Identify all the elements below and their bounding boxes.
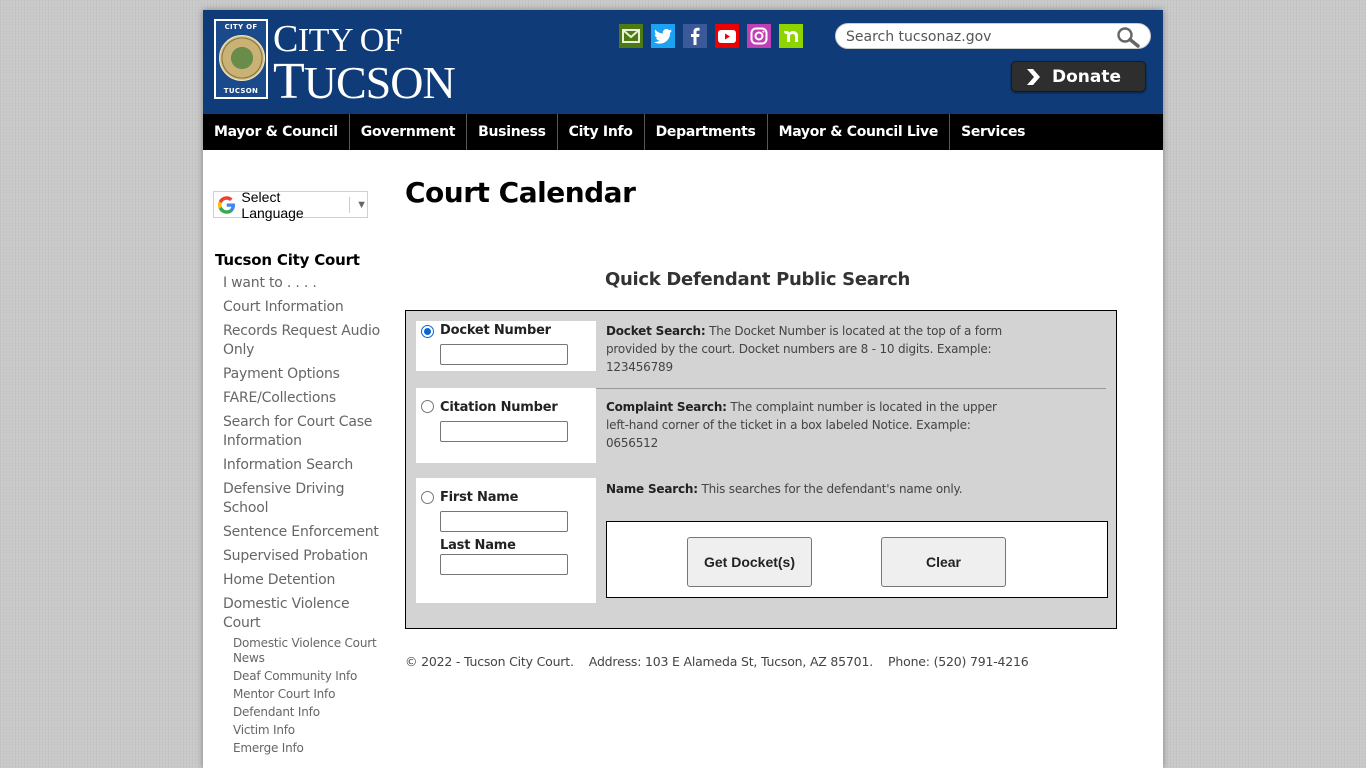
- sidebar-item-supervised-probation[interactable]: Supervised Probation: [215, 547, 390, 566]
- sidebar-item-payment-options[interactable]: Payment Options: [215, 365, 390, 384]
- get-dockets-button[interactable]: Get Docket(s): [687, 537, 812, 587]
- sidebar-item-records-request[interactable]: Records Request Audio Only: [215, 322, 390, 360]
- search-section-title: Quick Defendant Public Search: [605, 269, 911, 290]
- nextdoor-icon[interactable]: [779, 24, 803, 48]
- sidebar-item-fare-collections[interactable]: FARE/Collections: [215, 389, 390, 408]
- docket-option-panel: Docket Number: [416, 321, 596, 371]
- seal-bottom-text: TUCSON: [223, 87, 259, 95]
- complaint-desc-title: Complaint Search:: [606, 400, 727, 414]
- sidebar-subitem-dv-court-news[interactable]: Domestic Violence Court News: [215, 636, 390, 666]
- citation-number-label: Citation Number: [440, 400, 558, 415]
- sidebar-item-court-information[interactable]: Court Information: [215, 298, 390, 317]
- defendant-search-form: Docket Number Docket Search: The Docket …: [405, 310, 1117, 629]
- page-title: Court Calendar: [405, 176, 636, 209]
- name-desc-title: Name Search:: [606, 482, 698, 496]
- language-select[interactable]: Select Language ▼: [213, 188, 368, 221]
- nav-city-info[interactable]: City Info: [558, 114, 645, 150]
- facebook-icon[interactable]: [683, 24, 707, 48]
- google-icon: [218, 195, 236, 214]
- site-search: [835, 23, 1151, 49]
- citation-number-input[interactable]: [440, 421, 568, 442]
- citation-number-radio[interactable]: [421, 400, 434, 413]
- sidebar-subitem-mentor-court[interactable]: Mentor Court Info: [215, 687, 390, 702]
- sidebar-subitem-emerge-info[interactable]: Emerge Info: [215, 741, 390, 756]
- sidebar-item-information-search[interactable]: Information Search: [215, 456, 390, 475]
- language-label: Select Language: [241, 188, 304, 221]
- donate-label: Donate: [1052, 66, 1122, 87]
- main-nav: Mayor & Council Government Business City…: [203, 114, 1163, 150]
- social-links: [619, 24, 803, 48]
- docket-search-description: Docket Search: The Docket Number is loca…: [606, 322, 1016, 376]
- nav-government[interactable]: Government: [350, 114, 468, 150]
- wordmark-line2: UCSON: [303, 57, 456, 108]
- donate-button[interactable]: Donate: [1011, 61, 1146, 92]
- nav-mayor-council[interactable]: Mayor & Council: [203, 114, 350, 150]
- name-search-radio[interactable]: [421, 491, 434, 504]
- sidebar-title[interactable]: Tucson City Court: [215, 251, 390, 269]
- twitter-icon[interactable]: [651, 24, 675, 48]
- chevron-right-icon: [1027, 68, 1040, 85]
- first-name-label: First Name: [440, 490, 519, 505]
- section-divider: [596, 388, 1106, 389]
- nav-business[interactable]: Business: [467, 114, 558, 150]
- first-name-input[interactable]: [440, 511, 568, 532]
- last-name-input[interactable]: [440, 554, 568, 575]
- wordmark-line1: ITY OF: [297, 22, 403, 59]
- last-name-label: Last Name: [440, 538, 516, 553]
- docket-number-radio[interactable]: [421, 325, 434, 338]
- sidebar-item-defensive-driving[interactable]: Defensive Driving School: [215, 480, 390, 518]
- youtube-icon[interactable]: [715, 24, 739, 48]
- seal-top-text: CITY OF: [224, 23, 258, 31]
- instagram-icon[interactable]: [747, 24, 771, 48]
- clear-button[interactable]: Clear: [881, 537, 1006, 587]
- name-search-description: Name Search: This searches for the defen…: [606, 480, 1016, 498]
- citation-option-panel: Citation Number: [416, 388, 596, 463]
- action-buttons-panel: Get Docket(s) Clear: [606, 521, 1108, 598]
- wordmark-initial-t: T: [273, 53, 305, 110]
- name-desc-text: This searches for the defendant's name o…: [697, 482, 963, 496]
- city-seal-logo[interactable]: CITY OF TUCSON: [214, 19, 268, 99]
- docket-number-input[interactable]: [440, 344, 568, 365]
- docket-number-label: Docket Number: [440, 323, 551, 338]
- sidebar-subitem-victim-info[interactable]: Victim Info: [215, 723, 390, 738]
- sidebar-item-sentence-enforcement[interactable]: Sentence Enforcement: [215, 523, 390, 542]
- nav-services[interactable]: Services: [950, 114, 1036, 150]
- sidebar-item-home-detention[interactable]: Home Detention: [215, 571, 390, 590]
- site-header: CITY OF TUCSON CITY OF TUCSON Search tuc…: [203, 10, 1163, 114]
- seal-emblem-icon: [219, 35, 265, 81]
- name-option-panel: First Name Last Name: [416, 478, 596, 603]
- search-input[interactable]: [844, 26, 1108, 48]
- search-icon[interactable]: [1116, 26, 1142, 48]
- sidebar-item-search-court-case[interactable]: Search for Court Case Information: [215, 413, 390, 451]
- complaint-search-description: Complaint Search: The complaint number i…: [606, 398, 1016, 452]
- footer-contact-info: © 2022 - Tucson City Court. Address: 103…: [405, 654, 1029, 669]
- sidebar-subitem-defendant-info[interactable]: Defendant Info: [215, 705, 390, 720]
- sidebar-subitem-deaf-community[interactable]: Deaf Community Info: [215, 669, 390, 684]
- email-icon[interactable]: [619, 24, 643, 48]
- docket-desc-title: Docket Search:: [606, 324, 706, 338]
- language-divider: [349, 196, 351, 213]
- sidebar-nav: Tucson City Court I want to . . . . Cour…: [215, 251, 390, 759]
- page-container: CITY OF TUCSON CITY OF TUCSON Search tuc…: [203, 10, 1163, 768]
- sidebar-item-i-want-to[interactable]: I want to . . . .: [215, 274, 390, 293]
- sidebar-item-domestic-violence-court[interactable]: Domestic Violence Court: [215, 595, 390, 633]
- nav-mayor-council-live[interactable]: Mayor & Council Live: [768, 114, 951, 150]
- dropdown-arrow-icon: ▼: [356, 198, 367, 211]
- city-of-tucson-wordmark[interactable]: CITY OF TUCSON: [273, 20, 456, 110]
- nav-departments[interactable]: Departments: [645, 114, 768, 150]
